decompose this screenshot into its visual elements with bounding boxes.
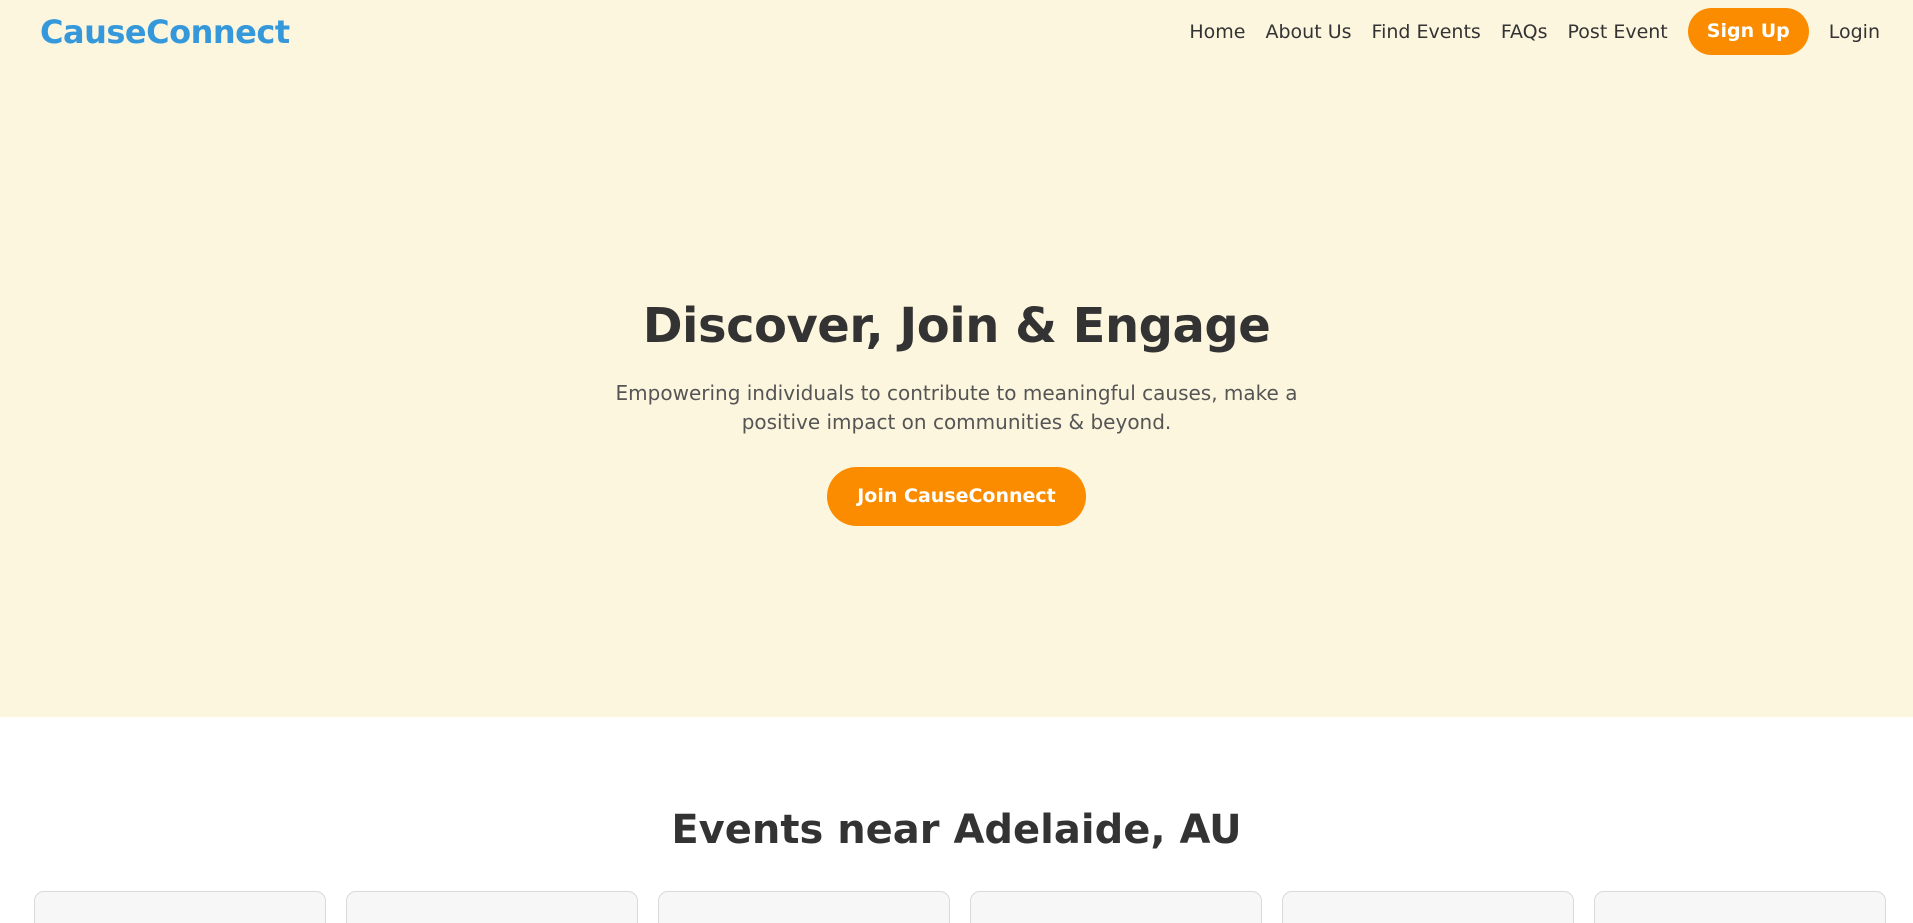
event-card[interactable] [970,891,1262,923]
event-card[interactable] [1594,891,1886,923]
join-button[interactable]: Join CauseConnect [827,467,1086,526]
hero-section: CauseConnect Home About Us Find Events F… [0,0,1913,717]
event-card[interactable] [1282,891,1574,923]
nav-faqs-link[interactable]: FAQs [1501,21,1548,43]
hero-title: Discover, Join & Engage [642,298,1271,354]
nav-about-link[interactable]: About Us [1266,21,1352,43]
nav-links: Home About Us Find Events FAQs Post Even… [1189,8,1880,55]
hero-content: Discover, Join & Engage Empowering indiv… [0,295,1913,526]
nav-find-events-link[interactable]: Find Events [1372,21,1481,43]
event-card-list [34,891,1886,923]
nav-home-link[interactable]: Home [1189,21,1245,43]
events-title: Events near Adelaide, AU [671,807,1242,853]
signup-button[interactable]: Sign Up [1687,8,1809,55]
event-card[interactable] [34,891,326,923]
navbar: CauseConnect Home About Us Find Events F… [0,0,1913,64]
event-card[interactable] [346,891,638,923]
nav-post-event-link[interactable]: Post Event [1568,21,1668,43]
event-card[interactable] [658,891,950,923]
hero-subtitle: Empowering individuals to contribute to … [615,381,1298,434]
brand-logo[interactable]: CauseConnect [40,13,290,51]
events-section: Events near Adelaide, AU [0,717,1913,923]
login-link[interactable]: Login [1829,21,1880,43]
